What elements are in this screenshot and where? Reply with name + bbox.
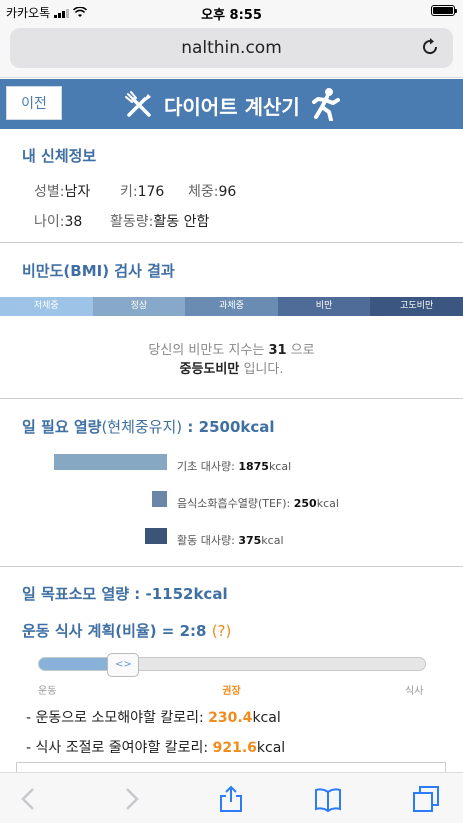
- bmi-level-severe: 고도비만: [370, 297, 463, 316]
- divider: [0, 242, 463, 243]
- back-arrow-icon[interactable]: [15, 785, 43, 813]
- tef-label: 음식소화흡수열량(TEF): 250kcal: [177, 497, 339, 510]
- share-icon[interactable]: [217, 785, 245, 813]
- bmi-level-overweight: 과체중: [185, 297, 278, 316]
- slider-label-diet: 식사: [405, 686, 424, 697]
- bmi-result-line2: 중등도비만 입니다.: [179, 362, 284, 377]
- bmi-level-obese: 비만: [277, 297, 371, 316]
- ratio-slider-track[interactable]: [38, 657, 426, 671]
- age-info: 나이:38: [34, 214, 83, 230]
- daily-energy-title: 일 필요 열량(현체중유지) : 2500kcal: [22, 418, 275, 436]
- bmi-scale: 저체중 정상 과체중 비만 고도비만: [0, 297, 463, 316]
- tef-bar: [152, 491, 167, 507]
- tabs-icon[interactable]: [412, 785, 440, 813]
- back-button[interactable]: 이전: [6, 86, 62, 120]
- running-man-icon: [312, 88, 340, 121]
- status-time: 오후 8:55: [201, 8, 262, 23]
- activity-info: 활동량:활동 안함: [110, 214, 210, 230]
- fork-knife-icon: [125, 91, 151, 117]
- bmr-label: 기초 대사량: 1875kcal: [177, 460, 292, 473]
- site-header: 이전 다이어트 계산기: [0, 79, 463, 129]
- battery-icon: [431, 5, 457, 16]
- weight-info: 체중:96: [188, 184, 237, 200]
- divider: [0, 398, 463, 399]
- url-text[interactable]: nalthin.com: [10, 38, 453, 58]
- exercise-calories: - 운동으로 소모해야할 칼로리: 230.4kcal: [26, 710, 281, 726]
- bmi-result-line1: 당신의 비만도 지수는 31 으로: [148, 343, 315, 358]
- activity-energy-label: 활동 대사량: 375kcal: [177, 534, 284, 547]
- help-link[interactable]: (?): [212, 622, 232, 640]
- slider-label-recommended: 권장: [222, 686, 241, 697]
- diet-calories: - 식사 조절로 줄여야할 칼로리: 921.6kcal: [26, 740, 286, 756]
- page-title: 다이어트 계산기: [164, 95, 300, 119]
- address-bar[interactable]: nalthin.com: [10, 28, 453, 68]
- target-title: 일 목표소모 열량 : -1152kcal: [22, 585, 228, 603]
- status-bar: 카카오톡 오후 8:55: [0, 0, 463, 24]
- bmi-level-underweight: 저체중: [0, 297, 93, 316]
- browser-chrome: nalthin.com: [0, 24, 463, 78]
- activity-bar: [145, 528, 167, 544]
- ratio-slider-handle[interactable]: <>: [107, 653, 140, 677]
- reload-icon[interactable]: [419, 36, 441, 58]
- gender-info: 성별:남자: [34, 184, 91, 200]
- forward-arrow-icon[interactable]: [117, 785, 145, 813]
- plan-title: 운동 식사 계획(비율) = 2:8 (?): [22, 622, 232, 640]
- bmi-level-normal: 정상: [92, 297, 186, 316]
- bmr-bar: [54, 454, 167, 470]
- divider: [0, 566, 463, 567]
- browser-toolbar: [0, 772, 463, 823]
- bookmarks-icon[interactable]: [314, 785, 342, 813]
- body-info-title: 내 신체정보: [22, 147, 97, 165]
- bmi-title: 비만도(BMI) 검사 결과: [22, 262, 175, 280]
- height-info: 키:176: [120, 184, 165, 200]
